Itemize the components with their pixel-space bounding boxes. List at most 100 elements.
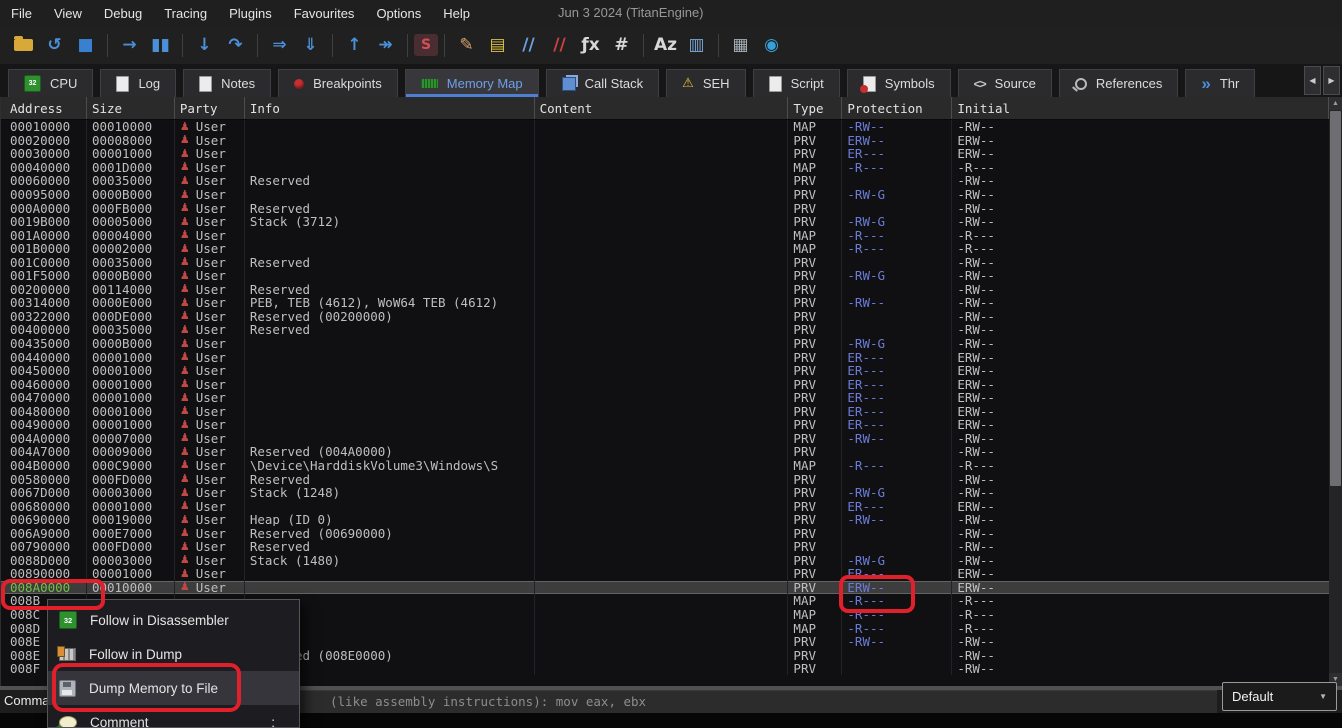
table-row[interactable]: 001A000000004000♟UserMAP-R----R--- <box>1 228 1329 242</box>
comment-icon: ▤ <box>489 35 505 55</box>
table-row[interactable]: 00322000000DE000♟UserReserved (00200000)… <box>1 310 1329 324</box>
column-header-address[interactable]: Address <box>1 97 87 119</box>
menu-view[interactable]: View <box>43 0 93 26</box>
world-button[interactable]: ◉ <box>756 31 787 59</box>
tab-thr[interactable]: »Thr <box>1185 69 1255 97</box>
table-row[interactable]: 004B0000000C9000♟User\Device\HarddiskVol… <box>1 459 1329 473</box>
tab-references[interactable]: References <box>1059 69 1178 97</box>
table-row[interactable]: 00790000000FD000♟UserReservedPRV-RW-- <box>1 540 1329 554</box>
menu-favourites[interactable]: Favourites <box>283 0 366 26</box>
column-header-type[interactable]: Type <box>788 97 842 119</box>
tab-source[interactable]: <>Source <box>958 69 1052 97</box>
table-row[interactable]: 0040000000035000♟UserReservedPRV-RW-- <box>1 323 1329 337</box>
table-row[interactable]: 000950000000B000♟UserPRV-RW-G-RW-- <box>1 188 1329 202</box>
patch-button[interactable]: ✎ <box>451 31 482 59</box>
tab-symbols[interactable]: Symbols <box>847 69 951 97</box>
profile-dropdown[interactable]: Default ▼ <box>1222 682 1337 711</box>
table-row[interactable]: 0067D00000003000♟UserStack (1248)PRV-RW-… <box>1 486 1329 500</box>
run-to-user-code-button[interactable]: ↠ <box>370 31 401 59</box>
table-row[interactable]: 0089000000001000♟UserPRVER---ERW-- <box>1 567 1329 581</box>
table-row[interactable]: 008A000000010000♟UserPRVERW--ERW-- <box>1 581 1329 595</box>
stop-button[interactable]: ■ <box>70 31 101 59</box>
log-icon <box>116 76 129 92</box>
open-file-button[interactable] <box>8 31 39 59</box>
table-row[interactable]: 0044000000001000♟UserPRVER---ERW-- <box>1 350 1329 364</box>
column-header-initial[interactable]: Initial <box>952 97 1329 119</box>
tab-breakpoints[interactable]: Breakpoints <box>278 69 398 97</box>
tab-scroll-right-button[interactable]: ▶ <box>1323 66 1340 95</box>
tab-script[interactable]: Script <box>753 69 840 97</box>
cell-initial: -RW-- <box>952 554 1329 568</box>
menu-tracing[interactable]: Tracing <box>153 0 218 26</box>
table-row[interactable]: 004350000000B000♟UserPRV-RW-G-RW-- <box>1 337 1329 351</box>
tab-notes[interactable]: Notes <box>183 69 271 97</box>
table-row[interactable]: 001F50000000B000♟UserPRV-RW-G-RW-- <box>1 269 1329 283</box>
comment-button[interactable]: ▤ <box>482 31 513 59</box>
menu-debug[interactable]: Debug <box>93 0 153 26</box>
run-to-cursor-button[interactable]: ⇒ <box>264 31 295 59</box>
step-into-button[interactable]: ↓ <box>189 31 220 59</box>
skip-next-button[interactable]: S <box>414 34 438 56</box>
menu-item-comment[interactable]: Comment; <box>48 705 299 728</box>
table-row[interactable]: 001B000000002000♟UserMAP-R----R--- <box>1 242 1329 256</box>
step-out-down-button[interactable]: ⇓ <box>295 31 326 59</box>
text-az-button[interactable]: Az <box>650 31 681 59</box>
table-row[interactable]: 0047000000001000♟UserPRVER---ERW-- <box>1 391 1329 405</box>
pause-button[interactable]: ▮▮ <box>145 31 176 59</box>
table-row[interactable]: 000400000001D000♟UserMAP-R----R--- <box>1 161 1329 175</box>
table-row[interactable]: 0069000000019000♟UserHeap (ID 0)PRV-RW--… <box>1 513 1329 527</box>
memory-device-button[interactable]: ▥ <box>681 31 712 59</box>
menu-item-follow-in-dump[interactable]: Follow in Dump <box>48 637 299 671</box>
table-row[interactable]: 0003000000001000♟UserPRVER---ERW-- <box>1 147 1329 161</box>
restart-button[interactable]: ↺ <box>39 31 70 59</box>
scroll-up-button[interactable]: ▲ <box>1329 97 1342 110</box>
step-over-button[interactable]: ↷ <box>220 31 251 59</box>
column-header-party[interactable]: Party <box>175 97 245 119</box>
tab-call-stack[interactable]: Call Stack <box>546 69 660 97</box>
trace-into-button[interactable]: ∕∕ <box>513 31 544 59</box>
run-button[interactable]: → <box>114 31 145 59</box>
tab-cpu[interactable]: 32CPU <box>8 69 93 97</box>
column-header-content[interactable]: Content <box>535 97 789 119</box>
tab-log[interactable]: Log <box>100 69 176 97</box>
tab-memory-map[interactable]: Memory Map <box>405 69 539 97</box>
menu-item-follow-in-disassembler[interactable]: 32Follow in Disassembler <box>48 603 299 637</box>
table-row[interactable]: 00580000000FD000♟UserReservedPRV-RW-- <box>1 472 1329 486</box>
table-row[interactable]: 0045000000001000♟UserPRVER---ERW-- <box>1 364 1329 378</box>
column-header-protection[interactable]: Protection <box>842 97 952 119</box>
table-row[interactable]: 001C000000035000♟UserReservedPRV-RW-- <box>1 255 1329 269</box>
scrollbar-thumb[interactable] <box>1330 111 1341 486</box>
table-row[interactable]: 003140000000E000♟UserPEB, TEB (4612), Wo… <box>1 296 1329 310</box>
calculator-button[interactable]: ▦ <box>725 31 756 59</box>
table-row[interactable]: 0019B00000005000♟UserStack (3712)PRV-RW-… <box>1 215 1329 229</box>
column-header-info[interactable]: Info <box>245 97 535 119</box>
menu-plugins[interactable]: Plugins <box>218 0 283 26</box>
step-out-button[interactable]: ↑ <box>339 31 370 59</box>
trace-over-button[interactable]: ∕∕ <box>544 31 575 59</box>
table-row[interactable]: 0088D00000003000♟UserStack (1480)PRV-RW-… <box>1 554 1329 568</box>
menu-help[interactable]: Help <box>432 0 481 26</box>
table-row[interactable]: 0006000000035000♟UserReservedPRV-RW-- <box>1 174 1329 188</box>
tab-seh[interactable]: ⚠SEH <box>666 69 745 97</box>
table-row[interactable]: 0049000000001000♟UserPRVER---ERW-- <box>1 418 1329 432</box>
menu-item-dump-memory-to-file[interactable]: Dump Memory to File <box>48 671 299 705</box>
menu-file[interactable]: File <box>0 0 43 26</box>
table-row[interactable]: 0046000000001000♟UserPRVER---ERW-- <box>1 377 1329 391</box>
table-row[interactable]: 0068000000001000♟UserPRVER---ERW-- <box>1 499 1329 513</box>
table-row[interactable]: 0002000000008000♟UserPRVERW--ERW-- <box>1 134 1329 148</box>
menu-item-label: Follow in Disassembler <box>90 613 229 628</box>
tab-scroll-left-button[interactable]: ◀ <box>1304 66 1321 95</box>
vertical-scrollbar[interactable]: ▲ ▼ <box>1329 97 1342 686</box>
table-row[interactable]: 0048000000001000♟UserPRVER---ERW-- <box>1 404 1329 418</box>
expression-fx-button[interactable]: ƒx <box>575 31 606 59</box>
table-row[interactable]: 006A9000000E7000♟UserReserved (00690000)… <box>1 526 1329 540</box>
table-row[interactable]: 0020000000114000♟UserReservedPRV-RW-- <box>1 283 1329 297</box>
hash-button[interactable]: # <box>606 31 637 59</box>
table-row[interactable]: 0001000000010000♟UserMAP-RW---RW-- <box>1 120 1329 134</box>
column-header-size[interactable]: Size <box>87 97 175 119</box>
party-label: User <box>196 201 226 215</box>
menu-options[interactable]: Options <box>365 0 432 26</box>
table-row[interactable]: 004A700000009000♟UserReserved (004A0000)… <box>1 445 1329 459</box>
table-row[interactable]: 000A0000000FB000♟UserReservedPRV-RW-- <box>1 201 1329 215</box>
table-row[interactable]: 004A000000007000♟UserPRV-RW---RW-- <box>1 432 1329 446</box>
